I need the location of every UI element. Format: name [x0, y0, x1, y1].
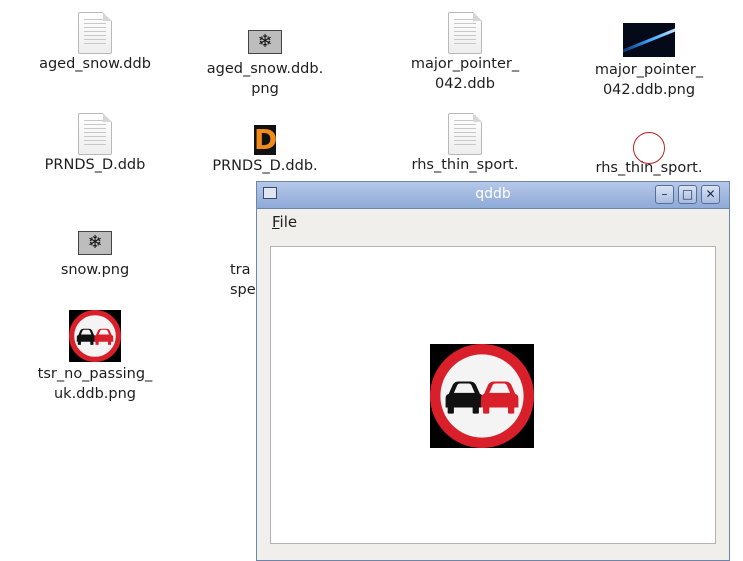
icon-label: tsr_no_passing_ uk.ddb.png: [37, 366, 153, 402]
close-button[interactable]: ✕: [701, 185, 720, 204]
icon-label: rhs_thin_sport.: [411, 157, 519, 173]
icon-label: major_pointer_ 042.ddb.png: [594, 62, 704, 98]
document-icon: [448, 12, 482, 54]
file-label-rest: ile: [279, 213, 298, 231]
document-icon: [448, 113, 482, 155]
document-icon: [78, 113, 112, 155]
document-icon: [78, 12, 112, 54]
ring-thumbnail-icon: [633, 132, 665, 164]
icon-label: snow.png: [60, 262, 130, 278]
desktop-icon-major-pointer-png[interactable]: major_pointer_ 042.ddb.png: [579, 23, 719, 100]
desktop-icon-snow-png[interactable]: ❄ snow.png: [30, 231, 160, 280]
desktop-icon-rhs-thin-sport-ddb[interactable]: rhs_thin_sport.: [400, 113, 530, 175]
minimize-button[interactable]: –: [655, 185, 674, 204]
letter-d-icon: D: [254, 123, 278, 156]
menu-file[interactable]: File: [272, 213, 297, 231]
icon-label: aged_snow.ddb. png: [206, 61, 324, 97]
desktop-icon-tsr-no-passing-png[interactable]: tsr_no_passing_ uk.ddb.png: [20, 310, 170, 404]
desktop-icon-aged-snow-ddb[interactable]: aged_snow.ddb: [30, 12, 160, 74]
image-view[interactable]: [270, 246, 716, 544]
icon-label: PRNDS_D.ddb: [44, 157, 146, 173]
qddb-window[interactable]: qddb – □ ✕ File: [256, 181, 730, 561]
desktop-icon-prnds-png[interactable]: D PRNDS_D.ddb.: [200, 125, 330, 176]
snowflake-icon: ❄: [78, 231, 112, 255]
snowflake-icon: ❄: [248, 30, 282, 54]
desktop-icon-rhs-thin-sport-png[interactable]: rhs_thin_sport.: [579, 132, 719, 178]
window-titlebar[interactable]: qddb – □ ✕: [257, 182, 729, 209]
file-mnemonic: F: [272, 213, 280, 231]
pointer-thumbnail-icon: [623, 23, 675, 57]
maximize-button[interactable]: □: [678, 185, 697, 204]
no-passing-sign-thumbnail-icon: [69, 310, 121, 362]
icon-label: aged_snow.ddb: [39, 56, 151, 72]
menu-bar: File: [257, 209, 729, 235]
desktop-icon-aged-snow-png[interactable]: ❄ aged_snow.ddb. png: [200, 30, 330, 99]
icon-label: major_pointer_ 042.ddb: [410, 56, 520, 92]
no-passing-sign-image: [430, 344, 534, 448]
icon-label: PRNDS_D.ddb.: [212, 158, 318, 174]
desktop-icon-major-pointer-ddb[interactable]: major_pointer_ 042.ddb: [400, 12, 530, 94]
desktop-icon-prnds-ddb[interactable]: PRNDS_D.ddb: [30, 113, 160, 175]
